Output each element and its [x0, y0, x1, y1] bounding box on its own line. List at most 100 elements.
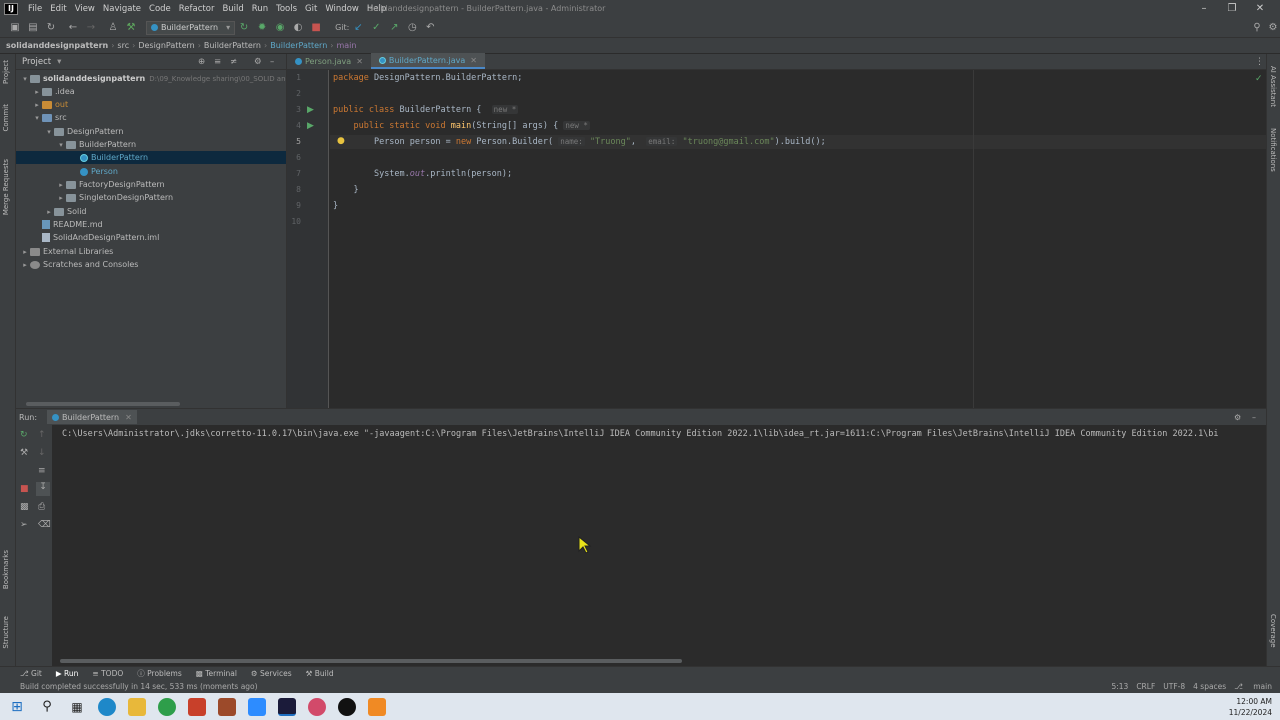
coverage-tool-tab[interactable]: Coverage: [1269, 614, 1277, 648]
user-icon[interactable]: ♙: [106, 21, 120, 35]
project-tool-tab[interactable]: Project: [2, 60, 10, 84]
crumb-main[interactable]: main: [336, 41, 359, 50]
menu-build[interactable]: Build: [218, 4, 247, 14]
intellij-icon[interactable]: [278, 697, 296, 716]
pin-icon[interactable]: ➢: [20, 520, 28, 530]
sync-icon[interactable]: ↻: [44, 21, 58, 35]
tree-item-external-libraries[interactable]: ▸ External Libraries: [20, 245, 113, 258]
tree-item-singletondesignpattern[interactable]: ▸ SingletonDesignPattern: [56, 191, 173, 204]
history-icon[interactable]: ◷: [405, 21, 419, 35]
menu-refactor[interactable]: Refactor: [175, 4, 219, 14]
crumb-project[interactable]: solidanddesignpattern: [6, 41, 111, 50]
chevron-down-icon[interactable]: ▾: [44, 128, 54, 136]
code-line-7[interactable]: System.out.println(person);: [333, 169, 512, 179]
tab-git[interactable]: ⎇ Git: [20, 669, 42, 678]
powerpoint-icon[interactable]: [188, 697, 206, 716]
profile-icon[interactable]: ◐: [291, 21, 305, 35]
tab-run[interactable]: ▶ Run: [56, 669, 79, 678]
git-update-icon[interactable]: ↙: [351, 21, 365, 35]
tree-item-person[interactable]: Person: [80, 165, 118, 178]
tab-terminal[interactable]: ▩ Terminal: [196, 669, 237, 678]
ai-assistant-tool-tab[interactable]: AI Assistant: [1269, 66, 1277, 107]
tree-item-src[interactable]: ▾ src: [32, 111, 66, 124]
status-message[interactable]: Build completed successfully in 14 sec, …: [20, 682, 258, 691]
menu-edit[interactable]: Edit: [46, 4, 70, 14]
tree-root[interactable]: ▾ solidanddesignpattern D:\09_Knowledge …: [20, 72, 306, 85]
more-tabs-icon[interactable]: ⋮: [1255, 57, 1264, 67]
project-view-select[interactable]: Project: [22, 57, 51, 67]
notifications-tool-tab[interactable]: Notifications: [1269, 128, 1277, 172]
tree-item-out[interactable]: ▸ out: [32, 98, 68, 111]
menu-run[interactable]: Run: [248, 4, 272, 14]
bookmarks-tool-tab[interactable]: Bookmarks: [2, 550, 10, 589]
structure-tool-tab[interactable]: Structure: [2, 616, 10, 649]
file-explorer-icon[interactable]: [128, 697, 146, 716]
line-separator[interactable]: CRLF: [1136, 682, 1155, 691]
code-line-8[interactable]: }: [333, 185, 358, 195]
windows-start-icon[interactable]: ⊞: [8, 698, 26, 716]
save-icon[interactable]: ▣: [8, 21, 22, 35]
gear-icon[interactable]: ⚙: [1234, 413, 1241, 422]
edge-browser-icon[interactable]: [98, 697, 116, 716]
chevron-down-icon[interactable]: ▾: [56, 141, 66, 149]
layout-icon[interactable]: ▩: [20, 502, 29, 512]
tab-build[interactable]: ⚒ Build: [306, 669, 334, 678]
print-icon[interactable]: ⎙: [38, 502, 45, 512]
menu-navigate[interactable]: Navigate: [99, 4, 145, 14]
chevron-right-icon[interactable]: ▸: [56, 181, 66, 189]
crumb-src[interactable]: src: [117, 41, 132, 50]
expand-all-icon[interactable]: ≡: [214, 57, 221, 67]
commit-tool-tab[interactable]: Commit: [2, 104, 10, 132]
tree-item-iml[interactable]: SolidAndDesignPattern.iml: [42, 231, 159, 244]
coverage-icon[interactable]: ◉: [273, 21, 287, 35]
run-configuration-select[interactable]: BuilderPattern ▾: [146, 20, 236, 35]
caret-position[interactable]: 5:13: [1111, 682, 1128, 691]
maximize-icon[interactable]: ❐: [1224, 2, 1240, 16]
git-commit-icon[interactable]: ✓: [369, 21, 383, 35]
run-tab-builderpattern[interactable]: BuilderPattern ✕: [47, 410, 137, 424]
system-clock[interactable]: 12:00 AM 11/22/2024: [1229, 696, 1272, 718]
tab-builderpattern-java[interactable]: BuilderPattern.java ✕: [370, 53, 485, 69]
rerun-icon[interactable]: ↻: [20, 430, 28, 440]
chevron-right-icon[interactable]: ▸: [32, 101, 42, 109]
minimize-icon[interactable]: –: [1196, 2, 1212, 16]
back-icon[interactable]: ←: [66, 21, 80, 35]
tree-item-designpattern[interactable]: ▾ DesignPattern: [44, 125, 123, 138]
search-icon[interactable]: ⚲: [1250, 21, 1264, 35]
forward-icon[interactable]: →: [84, 21, 98, 35]
stop-icon[interactable]: ■: [20, 484, 29, 494]
app-icon[interactable]: [368, 697, 386, 716]
chevron-down-icon[interactable]: ▾: [32, 114, 42, 122]
git-branch[interactable]: ⎇ main: [1234, 682, 1272, 691]
run-main-icon[interactable]: ▶: [307, 121, 314, 131]
menu-code[interactable]: Code: [145, 4, 175, 14]
tree-item-solid[interactable]: ▸ Solid: [44, 205, 86, 218]
code-line-9[interactable]: }: [333, 201, 338, 211]
run-class-icon[interactable]: ▶: [307, 105, 314, 115]
search-icon[interactable]: ⚲: [38, 698, 56, 716]
close-tab-icon[interactable]: ✕: [470, 56, 477, 65]
scroll-to-end-icon[interactable]: ↧: [36, 482, 50, 496]
close-tab-icon[interactable]: ✕: [356, 57, 363, 66]
collapse-all-icon[interactable]: ≠: [230, 57, 237, 67]
close-icon[interactable]: ✕: [1252, 2, 1268, 16]
chevron-down-icon[interactable]: ▾: [20, 75, 30, 83]
no-problems-check-icon[interactable]: ✓: [1255, 74, 1263, 84]
merge-requests-tool-tab[interactable]: Merge Requests: [2, 159, 10, 215]
tree-item-idea[interactable]: ▸ .idea: [32, 85, 74, 98]
crumb-designpattern[interactable]: DesignPattern: [138, 41, 197, 50]
hide-panel-icon[interactable]: –: [270, 57, 274, 67]
close-tab-icon[interactable]: ✕: [125, 413, 132, 422]
tree-item-scratches[interactable]: ▸ Scratches and Consoles: [20, 258, 138, 271]
menu-window[interactable]: Window: [321, 4, 363, 14]
settings-icon[interactable]: ⚙: [1266, 21, 1280, 35]
task-view-icon[interactable]: ▦: [68, 698, 86, 716]
tab-todo[interactable]: ≡ TODO: [92, 669, 123, 678]
menu-view[interactable]: View: [71, 4, 99, 14]
code-line-1[interactable]: package DesignPattern.BuilderPattern;: [333, 73, 522, 83]
chevron-right-icon[interactable]: ▸: [20, 261, 30, 269]
tab-person-java[interactable]: Person.java ✕: [287, 53, 371, 69]
app-icon[interactable]: [308, 697, 326, 716]
indent-setting[interactable]: 4 spaces: [1193, 682, 1226, 691]
wrench-icon[interactable]: ⚒: [20, 448, 28, 458]
